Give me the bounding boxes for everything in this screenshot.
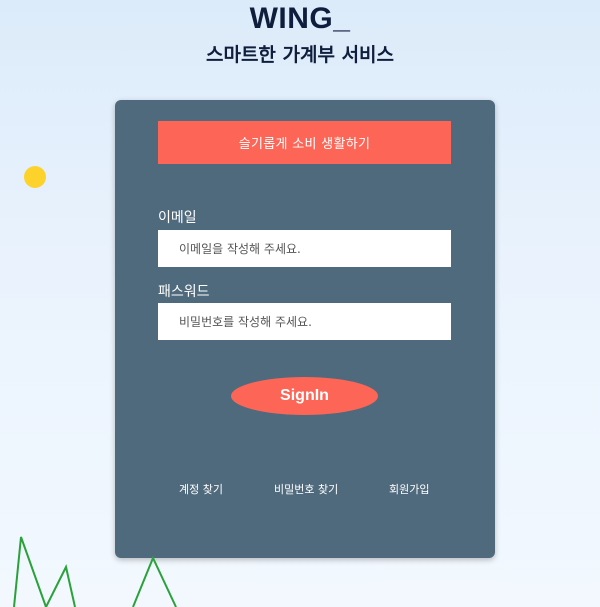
mountain-right-line [132, 555, 177, 607]
email-input[interactable] [158, 230, 451, 267]
login-card: 슬기롭게 소비 생활하기 이메일 패스워드 SignIn 계정 찾기 비밀번호 … [115, 100, 495, 558]
mountains-icon [13, 536, 177, 607]
auth-links: 계정 찾기 비밀번호 찾기 회원가입 [115, 481, 495, 499]
brand-title: WING_ [249, 2, 351, 35]
brand-subtitle: 스마트한 가계부 서비스 [205, 44, 395, 66]
mountain-left-line [13, 536, 76, 607]
find-account-link[interactable]: 계정 찾기 [179, 481, 223, 497]
password-input[interactable] [158, 303, 451, 340]
sun-icon [24, 166, 46, 188]
signup-link[interactable]: 회원가입 [389, 481, 429, 497]
find-password-link[interactable]: 비밀번호 찾기 [274, 481, 338, 497]
email-label: 이메일 [158, 210, 197, 226]
slogan-banner: 슬기롭게 소비 생활하기 [158, 121, 451, 164]
signin-button[interactable]: SignIn [231, 377, 378, 415]
password-label: 패스워드 [158, 284, 210, 300]
